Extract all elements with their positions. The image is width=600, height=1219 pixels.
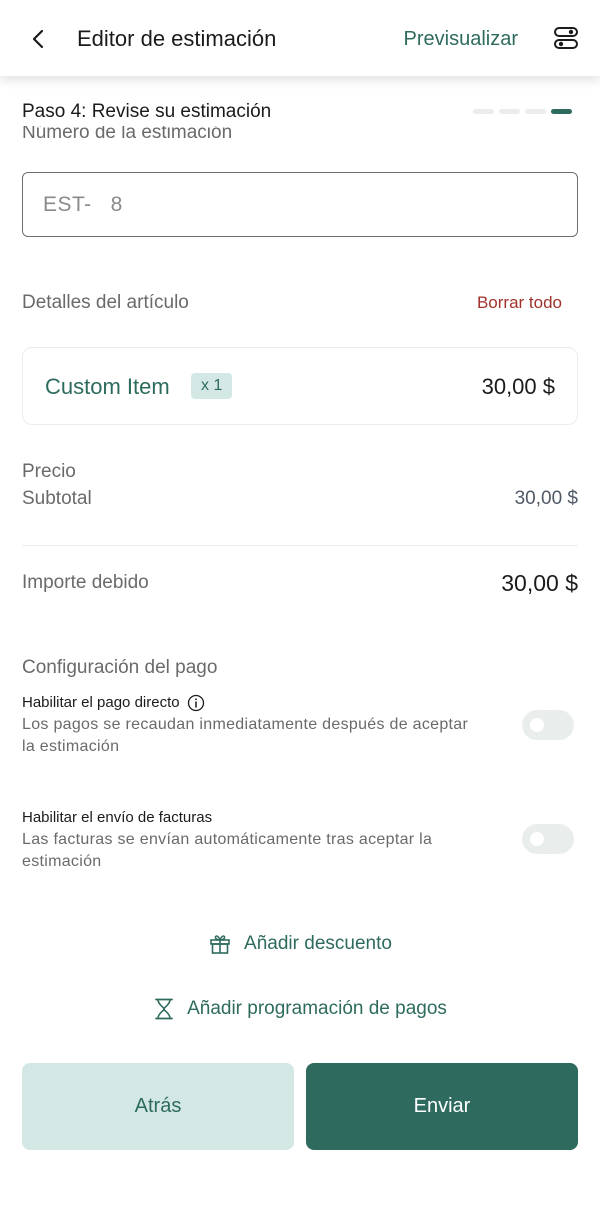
invoice-sending-title: Habilitar el envío de facturas bbox=[22, 809, 213, 826]
item-quantity-badge: x 1 bbox=[191, 373, 233, 399]
preview-button[interactable]: Previsualizar bbox=[404, 25, 518, 53]
step-dot bbox=[499, 109, 520, 114]
subtotal-value: 30,00 $ bbox=[514, 488, 578, 509]
amount-due-label: Importe debido bbox=[22, 572, 149, 593]
direct-payment-toggle[interactable] bbox=[522, 710, 574, 740]
divider bbox=[22, 545, 578, 546]
step-dot bbox=[473, 109, 494, 114]
estimate-number-label: Número de la estimación bbox=[22, 126, 233, 143]
hourglass-icon bbox=[155, 998, 173, 1020]
add-discount-button[interactable]: Añadir descuento bbox=[0, 931, 600, 957]
page-title: Editor de estimación bbox=[77, 26, 277, 51]
amount-due-row: Importe debido 30,00 $ bbox=[22, 568, 578, 598]
estimate-number-field[interactable]: EST- 8 bbox=[22, 172, 578, 237]
price-label: Precio bbox=[22, 461, 76, 482]
invoice-sending-description: Las facturas se envían automáticamente t… bbox=[22, 831, 433, 870]
send-button[interactable]: Enviar bbox=[306, 1063, 578, 1150]
back-button[interactable]: Atrás bbox=[22, 1063, 294, 1150]
item-details-title: Detalles del artículo bbox=[22, 292, 189, 313]
subtotal-row: Subtotal 30,00 $ bbox=[22, 486, 578, 512]
item-details-header: Detalles del artículo Borrar todo bbox=[22, 290, 562, 316]
direct-payment-title: Habilitar el pago directo bbox=[22, 694, 180, 711]
info-icon[interactable] bbox=[187, 694, 205, 712]
clear-all-button[interactable]: Borrar todo bbox=[477, 291, 562, 315]
invoice-sending-setting: Habilitar el envío de facturas Las factu… bbox=[22, 807, 578, 873]
item-card[interactable]: Custom Item x 1 30,00 $ bbox=[22, 347, 578, 425]
direct-payment-setting: Habilitar el pago directo Los pagos se r… bbox=[22, 692, 578, 758]
app-header: Editor de estimación Previsualizar bbox=[0, 0, 600, 76]
estimate-number-label-wrap: Número de la estimación bbox=[22, 126, 422, 156]
estimate-number-value: EST- 8 bbox=[43, 192, 123, 216]
gift-icon bbox=[210, 935, 230, 954]
chevron-left-icon bbox=[32, 29, 44, 49]
amount-due-value: 30,00 $ bbox=[501, 570, 578, 596]
step-progress bbox=[473, 109, 572, 114]
direct-payment-description: Los pagos se recaudan inmediatamente des… bbox=[22, 716, 469, 755]
add-discount-label: Añadir descuento bbox=[244, 933, 392, 954]
toggle-knob bbox=[530, 718, 544, 732]
step-indicator: Paso 4: Revise su estimación bbox=[22, 98, 578, 126]
back-arrow-button[interactable] bbox=[22, 22, 56, 56]
payment-config-title: Configuración del pago bbox=[22, 657, 218, 678]
step-dot-active bbox=[551, 109, 572, 114]
toggle-knob bbox=[530, 832, 544, 846]
item-amount: 30,00 $ bbox=[481, 374, 555, 399]
add-payment-schedule-button[interactable]: Añadir programación de pagos bbox=[0, 996, 600, 1022]
toggles-settings-icon bbox=[554, 27, 578, 49]
step-label: Paso 4: Revise su estimación bbox=[22, 101, 272, 122]
subtotal-label: Subtotal bbox=[22, 488, 92, 509]
invoice-sending-toggle[interactable] bbox=[522, 824, 574, 854]
item-name: Custom Item bbox=[45, 374, 170, 399]
settings-button[interactable] bbox=[552, 24, 580, 52]
step-dot bbox=[525, 109, 546, 114]
add-payment-schedule-label: Añadir programación de pagos bbox=[187, 998, 447, 1019]
